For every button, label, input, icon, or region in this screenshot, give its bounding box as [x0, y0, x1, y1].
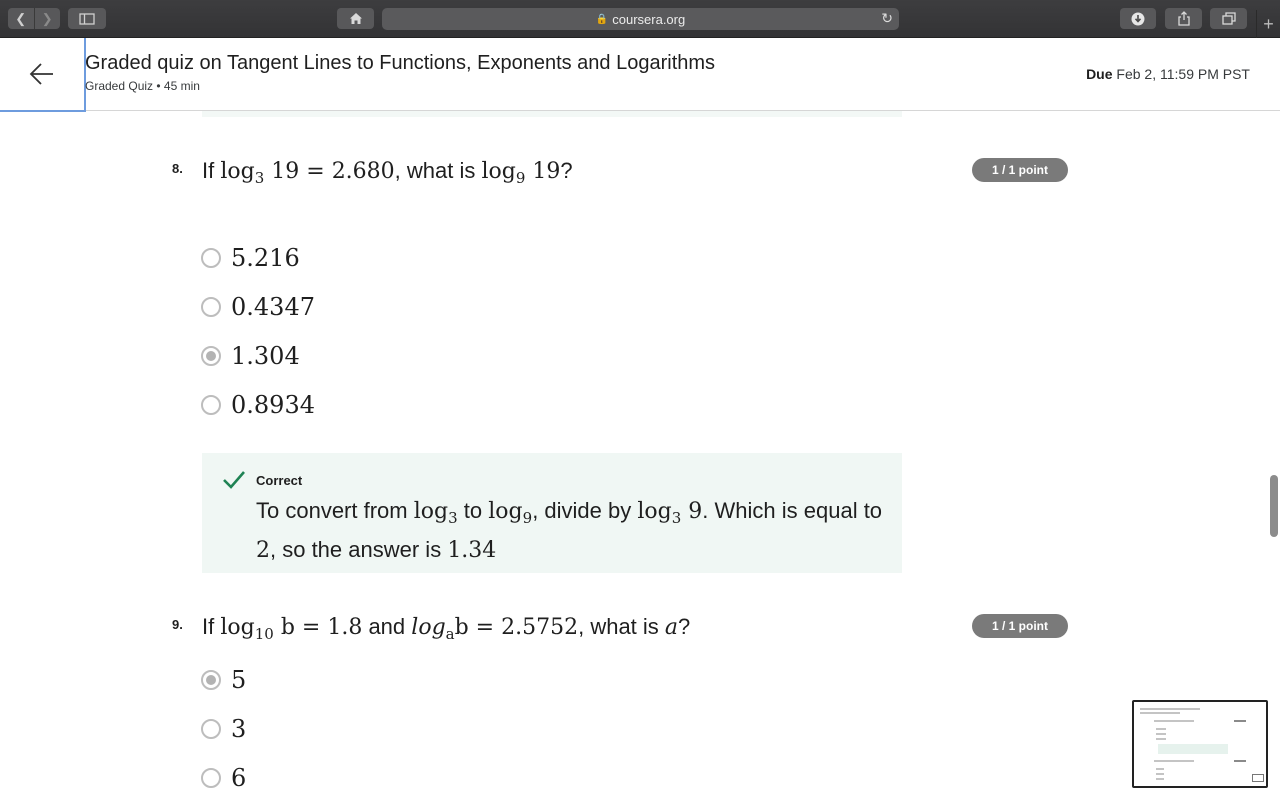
option-label: 6: [231, 764, 247, 792]
answer-option[interactable]: 0.8934: [201, 390, 315, 420]
option-label: 1.304: [231, 342, 300, 370]
answer-option[interactable]: 0.4347: [201, 292, 315, 322]
math-expression: logab = 2.5752: [411, 615, 579, 643]
points-badge: 1 / 1 point: [972, 158, 1068, 182]
tabs-overview-icon[interactable]: [1210, 8, 1247, 29]
address-bar[interactable]: 🔒 coursera.org ↻: [382, 8, 899, 30]
url-text: coursera.org: [612, 11, 686, 27]
due-value: Feb 2, 11:59 PM PST: [1116, 66, 1250, 82]
sidebar-toggle-icon[interactable]: [68, 8, 106, 29]
points-badge: 1 / 1 point: [972, 614, 1068, 638]
page-scrollbar[interactable]: [1270, 475, 1278, 537]
math-expression: log9 19: [481, 159, 561, 187]
quiz-subtitle: Graded Quiz • 45 min: [85, 79, 200, 93]
reload-icon[interactable]: ↻: [881, 10, 893, 27]
due-date: Due Feb 2, 11:59 PM PST: [1086, 66, 1250, 82]
browser-toolbar: ❮ ❯ 🔒 coursera.org ↻ +: [0, 0, 1280, 38]
option-label: 0.8934: [231, 391, 315, 419]
radio-button-selected[interactable]: [201, 346, 221, 366]
answer-option[interactable]: 5: [201, 665, 246, 695]
quiz-header: Graded quiz on Tangent Lines to Function…: [0, 38, 1280, 112]
radio-button-selected[interactable]: [201, 670, 221, 690]
answer-option[interactable]: 5.216: [201, 243, 300, 273]
arrow-left-icon: [29, 63, 53, 85]
question-number: 8.: [172, 161, 183, 176]
due-label: Due: [1086, 66, 1113, 82]
option-label: 0.4347: [231, 293, 315, 321]
new-tab-icon[interactable]: +: [1256, 10, 1280, 38]
quiz-title: Graded quiz on Tangent Lines to Function…: [85, 52, 716, 74]
feedback-explanation: To convert from log3 to log9, divide by …: [256, 498, 883, 563]
back-button[interactable]: [0, 38, 86, 112]
radio-button[interactable]: [201, 768, 221, 788]
question-number: 9.: [172, 617, 183, 632]
question-text: If log10 b = 1.8 and logab = 2.5752, wha…: [202, 614, 691, 643]
home-icon[interactable]: [337, 8, 374, 29]
answer-option[interactable]: 3: [201, 714, 246, 744]
radio-button[interactable]: [201, 719, 221, 739]
option-label: 5.216: [231, 244, 300, 272]
math-expression: log10 b = 1.8: [220, 615, 363, 643]
answer-option[interactable]: 6: [201, 763, 246, 793]
math-variable: a: [664, 615, 679, 640]
checkmark-icon: [223, 471, 245, 489]
feedback-box: Correct To convert from log3 to log9, di…: [202, 453, 902, 573]
question-text: If log3 19 = 2.680, what is log9 19?: [202, 158, 573, 187]
back-chevron-icon[interactable]: ❮: [8, 8, 34, 29]
radio-button[interactable]: [201, 395, 221, 415]
math-expression: log3 19 = 2.680: [220, 159, 395, 187]
feedback-title: Correct: [256, 473, 303, 488]
answer-option[interactable]: 1.304: [201, 341, 300, 371]
radio-button[interactable]: [201, 248, 221, 268]
option-label: 3: [231, 715, 247, 743]
previous-feedback-box: [202, 111, 902, 117]
screenshot-thumbnail[interactable]: [1132, 700, 1268, 788]
history-nav: ❮ ❯: [8, 8, 60, 29]
share-icon[interactable]: [1165, 8, 1202, 29]
downloads-icon[interactable]: [1120, 8, 1156, 29]
radio-button[interactable]: [201, 297, 221, 317]
lock-icon: 🔒: [595, 13, 609, 25]
option-label: 5: [231, 666, 247, 694]
forward-chevron-icon[interactable]: ❯: [33, 8, 60, 29]
